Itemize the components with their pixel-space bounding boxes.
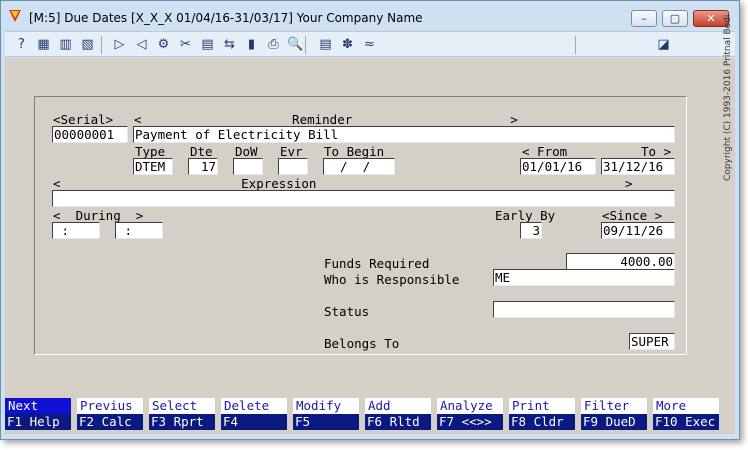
function-key-bar: Next F1 Help Previus F2 Calc Select F3 Rprt De… (5, 398, 735, 432)
type-field[interactable]: DTEM (133, 158, 173, 175)
who-responsible-field[interactable]: ME (493, 269, 675, 286)
fkey-4[interactable]: Delete F4 (221, 398, 287, 430)
fkey-key-label: F3 Rprt (149, 414, 215, 430)
fkey-action-label: Add (365, 398, 431, 414)
belongs-to-label: Belongs To (324, 336, 400, 351)
serial-field[interactable]: 00000001 (52, 126, 128, 143)
print-icon[interactable]: ⎙ (265, 36, 282, 53)
fkey-action-label: Next (5, 398, 71, 414)
fkey-9[interactable]: Filter F9 DueD (581, 398, 647, 430)
fkey-10[interactable]: More F10 Exec (653, 398, 719, 430)
status-field[interactable] (493, 301, 675, 318)
forward-icon[interactable]: ▷ (111, 36, 128, 53)
settings-icon[interactable]: ⚙ (155, 36, 172, 53)
fkey-action-label: Modify (293, 398, 359, 414)
fkey-action-label: Previus (77, 398, 143, 414)
fkey-action-label: Analyze (437, 398, 503, 414)
to-date-field[interactable]: 31/12/16 (601, 158, 675, 175)
grid-icon[interactable]: ▦ (35, 36, 52, 53)
fkey-key-label: F2 Calc (77, 414, 143, 430)
fkey-7[interactable]: Analyze F7 <<>> (437, 398, 503, 430)
report-icon[interactable]: ▧ (79, 36, 96, 53)
minimize-button[interactable]: – (631, 10, 657, 27)
to-label: To > (641, 144, 672, 159)
fkey-key-label: F7 <<>> (437, 414, 503, 430)
dow-label: DoW (235, 144, 258, 159)
fkey-action-label: Print (509, 398, 575, 414)
toolbar: ? ▦ ▥ ▧ ▷ ◁ ⚙ ✂ ▤ ⇆ ▮ ⎙ 🔍 ▤ ✽ ≈ ◪ (5, 31, 735, 57)
fkey-1[interactable]: Next F1 Help (5, 398, 71, 430)
find-icon[interactable]: 🔍 (287, 36, 304, 53)
fkey-key-label: F8 Cldr (509, 414, 575, 430)
funds-required-label: Funds Required (324, 256, 430, 271)
expression-label: < Expression > (53, 176, 633, 191)
fkey-key-label: F4 (221, 414, 287, 430)
evr-label: Evr (280, 144, 303, 159)
fkey-5[interactable]: Modify F5 (293, 398, 359, 430)
config-icon[interactable]: ✽ (339, 36, 356, 53)
during-from-field[interactable]: : (52, 222, 100, 239)
fkey-6[interactable]: Add F6 Rltd (365, 398, 431, 430)
serial-label: <Serial> (53, 112, 114, 127)
chart-icon[interactable]: ▮ (243, 36, 260, 53)
during-label: < During > (53, 208, 144, 223)
table-icon[interactable]: ▥ (57, 36, 74, 53)
who-responsible-label: Who is Responsible (324, 272, 460, 287)
early-by-label: Early By (495, 208, 556, 223)
fkey-key-label: F5 (293, 414, 359, 430)
evr-field[interactable] (278, 158, 308, 175)
copyright-text: Copyright (C) 1993-2016 Pritnal Bedi (723, 14, 733, 181)
tools-icon[interactable]: ✂ (177, 36, 194, 53)
fkey-action-label: More (653, 398, 719, 414)
link-icon[interactable]: ≈ (361, 36, 378, 53)
dte-label: Dte (190, 144, 213, 159)
form-area: <Serial> < Reminder > 00000001 Payment o… (5, 58, 735, 434)
fkey-action-label: Filter (581, 398, 647, 414)
since-field[interactable]: 09/11/26 (601, 222, 675, 239)
from-date-field[interactable]: 01/01/16 (520, 158, 596, 175)
fkey-3[interactable]: Select F3 Rprt (149, 398, 215, 430)
fkey-8[interactable]: Print F8 Cldr (509, 398, 575, 430)
since-label: <Since > (602, 208, 663, 223)
fkey-key-label: F1 Help (5, 414, 71, 430)
reminder-field[interactable]: Payment of Electricity Bill (133, 126, 675, 143)
dow-field[interactable] (233, 158, 263, 175)
to-begin-field[interactable]: / / (323, 158, 395, 175)
funds-required-field[interactable]: 4000.00 (566, 253, 675, 270)
during-to-field[interactable]: : (115, 222, 163, 239)
fkey-key-label: F10 Exec (653, 414, 719, 430)
back-icon[interactable]: ◁ (133, 36, 150, 53)
type-label: Type (135, 144, 166, 159)
fkey-action-label: Select (149, 398, 215, 414)
transfer-icon[interactable]: ⇆ (221, 36, 238, 53)
fkey-key-label: F9 DueD (581, 414, 647, 430)
reminder-label: < Reminder > (134, 112, 518, 127)
title-bar[interactable]: [M:5] Due Dates [X_X_X 01/04/16-31/03/17… (1, 1, 739, 31)
toolbar-separator (305, 36, 306, 54)
belongs-to-field[interactable]: SUPER (629, 333, 675, 350)
fkey-2[interactable]: Previus F2 Calc (77, 398, 143, 430)
early-by-field[interactable]: 3 (520, 222, 542, 239)
status-label: Status (324, 304, 370, 319)
document-icon[interactable]: ▤ (199, 36, 216, 53)
maximize-button[interactable]: ▢ (662, 10, 688, 27)
help-icon[interactable]: ? (13, 36, 30, 53)
notes-icon[interactable]: ▤ (317, 36, 334, 53)
toolbar-separator (101, 36, 102, 54)
dte-field[interactable]: 17 (188, 158, 218, 175)
toolbar-separator (575, 36, 576, 54)
to-begin-label: To Begin (324, 144, 385, 159)
monitor-icon[interactable]: ◪ (655, 36, 672, 53)
app-logo-icon (9, 10, 21, 22)
app-window: [M:5] Due Dates [X_X_X 01/04/16-31/03/17… (0, 0, 740, 440)
expression-field[interactable] (52, 190, 675, 207)
from-label: < From (522, 144, 568, 159)
fkey-action-label: Delete (221, 398, 287, 414)
window-title: [M:5] Due Dates [X_X_X 01/04/16-31/03/17… (29, 11, 423, 25)
fkey-key-label: F6 Rltd (365, 414, 431, 430)
